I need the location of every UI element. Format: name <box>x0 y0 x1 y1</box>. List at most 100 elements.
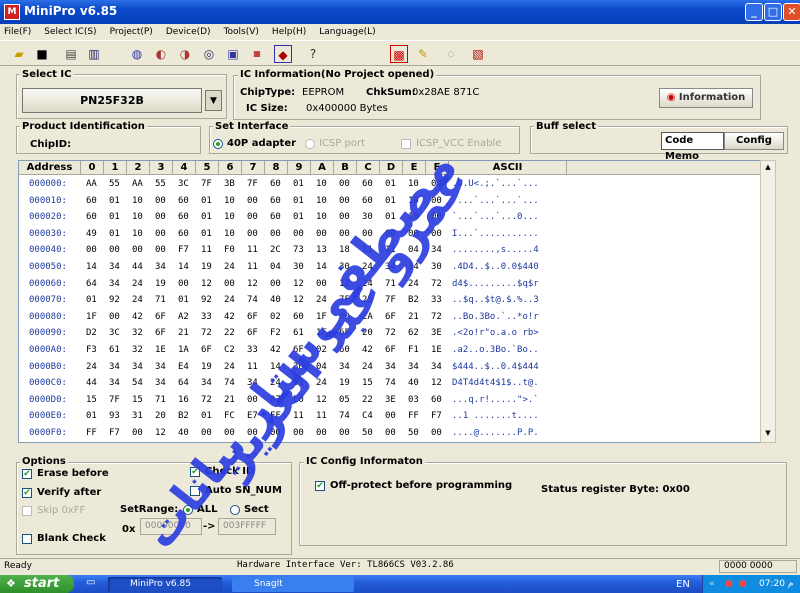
hex-byte[interactable]: 01 <box>293 212 304 222</box>
config-tab[interactable]: Config <box>724 132 784 150</box>
hex-byte[interactable]: 42 <box>270 345 281 355</box>
hex-byte[interactable]: 01 <box>109 212 120 222</box>
hex-byte[interactable]: 74 <box>339 411 350 421</box>
task-snagit[interactable]: SnagIt <box>232 577 354 592</box>
offprotect-checkbox[interactable]: ✔ <box>315 481 325 491</box>
tray-security-icon[interactable]: ● <box>739 575 747 593</box>
hex-byte[interactable]: 24 <box>270 378 281 388</box>
hex-byte[interactable]: 72 <box>431 279 442 289</box>
code-memo-tab[interactable]: Code Memo <box>661 132 724 162</box>
information-button[interactable]: ◉ Information <box>659 88 753 108</box>
hex-byte[interactable]: 10 <box>132 212 143 222</box>
hex-byte[interactable]: 6F <box>385 345 396 355</box>
hex-byte[interactable]: 00 <box>201 428 212 438</box>
hex-byte[interactable]: 7F <box>339 295 350 305</box>
hex-byte[interactable]: 50 <box>408 428 419 438</box>
hex-byte[interactable]: 00 <box>293 229 304 239</box>
hex-byte[interactable]: 60 <box>178 196 189 206</box>
hex-byte[interactable]: 15 <box>86 395 97 405</box>
hex-byte[interactable]: 24 <box>132 279 143 289</box>
hex-byte[interactable]: 00 <box>339 312 350 322</box>
hex-byte[interactable]: E4 <box>178 362 189 372</box>
hex-byte[interactable]: 10 <box>408 196 419 206</box>
icsp-vcc-checkbox[interactable] <box>401 139 411 149</box>
read-icon[interactable]: ◍ <box>128 45 146 63</box>
hex-byte[interactable]: 03 <box>408 395 419 405</box>
hex-byte[interactable]: 3B <box>224 179 235 189</box>
quicklaunch-icon[interactable]: ▭ <box>86 577 100 591</box>
hex-byte[interactable]: 18 <box>339 245 350 255</box>
minimize-button[interactable]: _ <box>745 3 763 21</box>
hex-byte[interactable]: 11 <box>247 362 258 372</box>
hex-byte[interactable]: 42 <box>132 312 143 322</box>
menu-language[interactable]: Language(L) <box>319 27 375 37</box>
hex-byte[interactable]: 11 <box>201 245 212 255</box>
hex-byte[interactable]: 00 <box>270 428 281 438</box>
hex-byte[interactable]: 13 <box>316 245 327 255</box>
hex-byte[interactable]: 42 <box>362 345 373 355</box>
hex-byte[interactable]: 11 <box>362 245 373 255</box>
hex-byte[interactable]: 24 <box>224 262 235 272</box>
hex-byte[interactable]: 32 <box>132 328 143 338</box>
hex-byte[interactable]: 11 <box>316 411 327 421</box>
hex-byte[interactable]: 3C <box>109 328 120 338</box>
hex-byte[interactable]: B2 <box>408 295 419 305</box>
hex-byte[interactable]: 12 <box>293 279 304 289</box>
project-icon[interactable]: ▤ <box>62 45 80 63</box>
hex-byte[interactable]: 11 <box>385 245 396 255</box>
hex-byte[interactable]: 6F <box>247 312 258 322</box>
hex-byte[interactable]: 12 <box>431 378 442 388</box>
range-from-input[interactable]: 00000000 <box>140 518 202 535</box>
hex-byte[interactable]: 73 <box>293 245 304 255</box>
hex-byte[interactable]: 33 <box>431 295 442 305</box>
hex-byte[interactable]: 14 <box>270 362 281 372</box>
hex-byte[interactable]: 50 <box>362 428 373 438</box>
hex-byte[interactable]: 74 <box>224 378 235 388</box>
hex-byte[interactable]: 24 <box>86 362 97 372</box>
hex-byte[interactable]: 10 <box>132 229 143 239</box>
hex-byte[interactable]: 6F <box>155 328 166 338</box>
hex-byte[interactable]: 24 <box>132 295 143 305</box>
hex-byte[interactable]: 61 <box>293 328 304 338</box>
hex-byte[interactable]: 16 <box>178 395 189 405</box>
hex-byte[interactable]: 34 <box>132 362 143 372</box>
hex-byte[interactable]: 00 <box>247 229 258 239</box>
hex-byte[interactable]: 71 <box>155 395 166 405</box>
hex-byte[interactable]: 00 <box>316 279 327 289</box>
close-button[interactable]: ✕ <box>783 3 800 21</box>
hex-byte[interactable]: 01 <box>385 179 396 189</box>
hex-byte[interactable]: 00 <box>362 229 373 239</box>
hex-byte[interactable]: D2 <box>86 328 97 338</box>
hex-byte[interactable]: 01 <box>385 196 396 206</box>
menu-tools[interactable]: Tools(V) <box>224 27 259 37</box>
chip-icon[interactable]: ▧ <box>469 45 487 63</box>
hex-byte[interactable]: 00 <box>408 229 419 239</box>
hex-byte[interactable]: E0 <box>293 395 304 405</box>
hex-byte[interactable]: 00 <box>316 428 327 438</box>
hex-byte[interactable]: 00 <box>155 229 166 239</box>
blank-checkbox[interactable] <box>22 534 32 544</box>
hex-byte[interactable]: 6F <box>155 312 166 322</box>
hex-byte[interactable]: 22 <box>224 328 235 338</box>
menu-device[interactable]: Device(D) <box>166 27 211 37</box>
hex-byte[interactable]: 02 <box>270 312 281 322</box>
hex-byte[interactable]: 44 <box>86 378 97 388</box>
hex-byte[interactable]: FF <box>86 428 97 438</box>
hex-byte[interactable]: FF <box>408 411 419 421</box>
hex-byte[interactable]: 24 <box>224 362 235 372</box>
hex-byte[interactable]: C2 <box>224 345 235 355</box>
hex-byte[interactable]: 00 <box>109 245 120 255</box>
skip-checkbox[interactable] <box>22 506 32 516</box>
tray-arrow-icon[interactable]: « <box>709 575 715 593</box>
hex-byte[interactable]: 34 <box>408 262 419 272</box>
open-icon[interactable]: ▰ <box>10 45 28 63</box>
hex-byte[interactable]: 60 <box>86 196 97 206</box>
hex-byte[interactable]: 00 <box>431 428 442 438</box>
hex-byte[interactable]: 55 <box>155 179 166 189</box>
edit-icon[interactable]: ✎ <box>414 45 432 63</box>
hex-byte[interactable]: 71 <box>385 279 396 289</box>
hex-byte[interactable]: 30 <box>431 262 442 272</box>
hex-byte[interactable]: 00 <box>339 229 350 239</box>
menu-help[interactable]: Help(H) <box>272 27 306 37</box>
hex-byte[interactable]: 01 <box>293 196 304 206</box>
